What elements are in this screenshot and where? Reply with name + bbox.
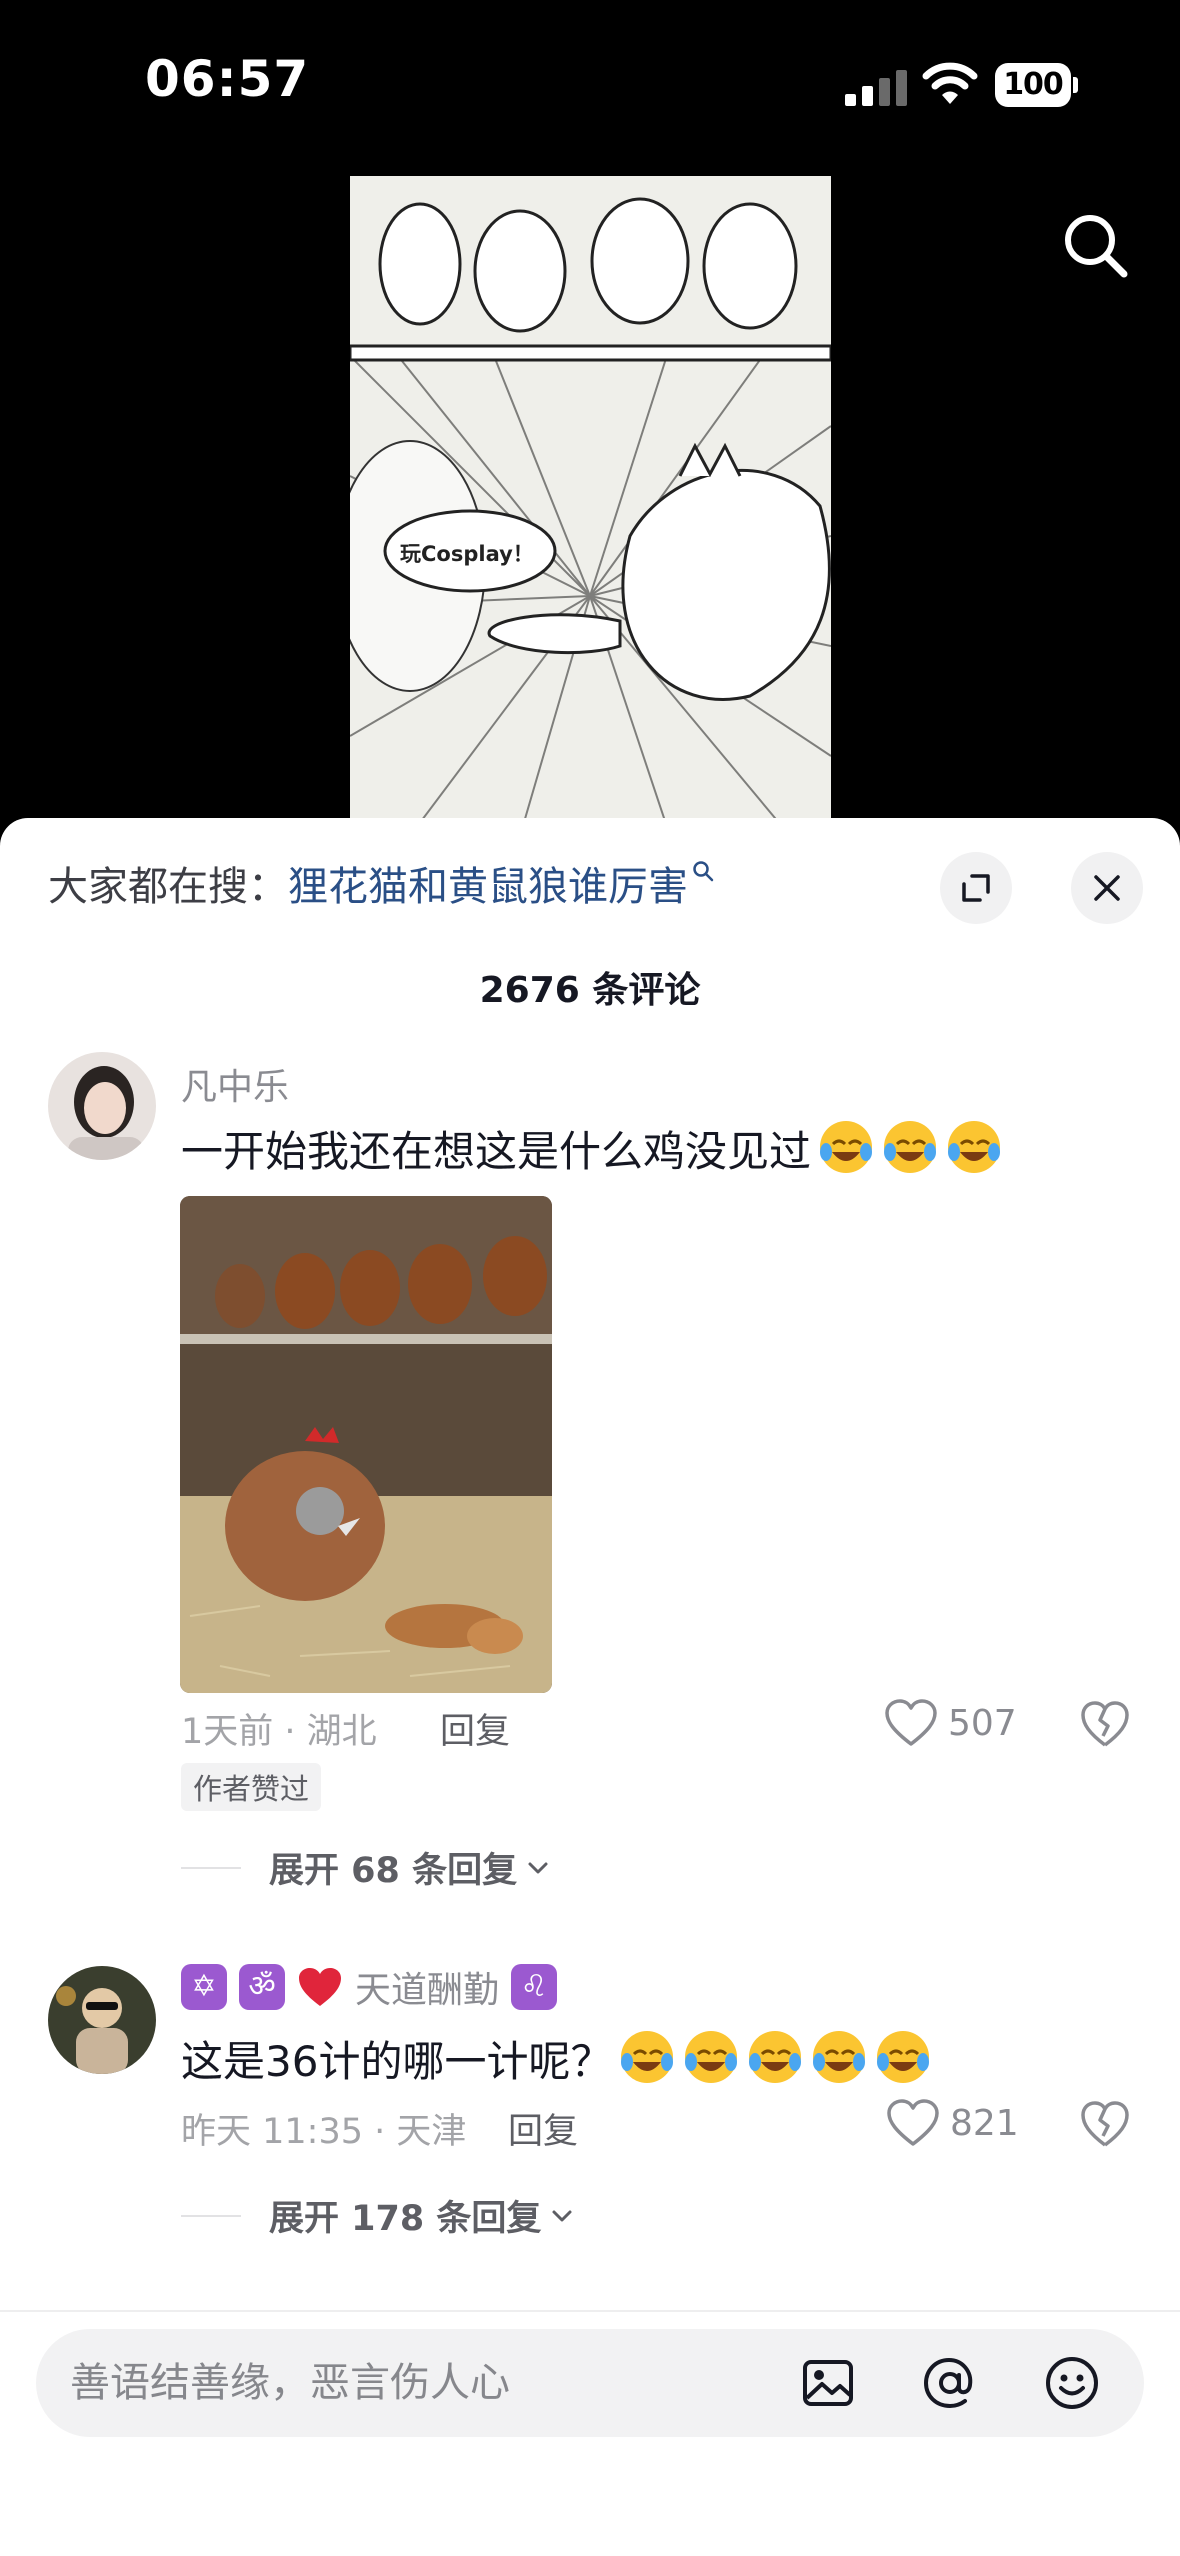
chevron-down-icon — [552, 2210, 572, 2221]
search-icon[interactable] — [1060, 210, 1130, 280]
emoji-smiley-icon[interactable] — [1042, 2353, 1102, 2413]
close-icon — [1094, 875, 1120, 901]
comment-username[interactable]: 凡中乐 — [181, 1058, 289, 1110]
expand-replies-label: 展开 68 条回复 — [269, 1851, 518, 1891]
comment-text: 一开始我还在想这是什么鸡没见过 — [181, 1118, 1003, 1179]
dislike-broken-heart-icon[interactable] — [1080, 1700, 1130, 1750]
expand-replies-button[interactable]: 展开 68 条回复 — [181, 1842, 551, 1893]
avatar[interactable] — [48, 1052, 156, 1160]
hot-search-term[interactable]: 狸花猫和黄鼠狼谁厉害 — [288, 864, 688, 910]
reply-button[interactable]: 回复 — [508, 2103, 578, 2154]
expand-replies-button[interactable]: 展开 178 条回复 — [181, 2190, 575, 2241]
battery-level: 100 — [1003, 67, 1064, 102]
like-button[interactable]: 507 — [884, 1698, 1017, 1748]
user-badges: ✡ ॐ 天道酬勤 ♌ — [181, 1961, 558, 2013]
like-count: 507 — [948, 1702, 1017, 1744]
comment-username[interactable]: 天道酬勤 — [355, 1961, 499, 2013]
like-count: 821 — [950, 2102, 1019, 2144]
sob-laugh-emoji-icon — [685, 2031, 738, 2083]
comment-text-content: 一开始我还在想这是什么鸡没见过 — [181, 1127, 812, 1176]
sob-laugh-emoji-icon — [948, 1121, 1001, 1173]
avatar[interactable] — [48, 1966, 156, 2074]
sob-laugh-emoji-icon — [813, 2031, 866, 2083]
heart-icon — [885, 1699, 937, 1746]
wifi-icon — [922, 62, 978, 104]
battery-icon: 100 — [995, 63, 1078, 107]
author-liked-tag: 作者赞过 — [181, 1763, 322, 1811]
cellular-signal-icon — [845, 66, 909, 106]
reply-button[interactable]: 回复 — [440, 1703, 510, 1754]
comment-image[interactable] — [180, 1196, 552, 1693]
heart-icon — [887, 2099, 939, 2146]
hot-search-bar[interactable]: 大家都在搜：狸花猫和黄鼠狼谁厉害 — [48, 854, 714, 912]
image-icon[interactable] — [798, 2353, 858, 2413]
chevron-down-icon — [528, 1862, 548, 1873]
leo-zodiac-badge: ♌ — [511, 1964, 558, 2010]
comment-count: 2676 条评论 — [479, 970, 701, 1011]
comment-text-content: 这是36计的哪一计呢？ — [181, 2037, 613, 2086]
comment-meta: 昨天 11:35 · 天津 — [181, 2112, 467, 2152]
hot-search-prefix: 大家都在搜： — [48, 864, 288, 910]
video-frame-illustration: 玩Cosplay！ — [350, 176, 831, 836]
expand-fullscreen-button[interactable] — [940, 852, 1012, 924]
mention-at-icon[interactable] — [920, 2353, 980, 2413]
small-search-icon — [693, 861, 714, 882]
sob-laugh-emoji-icon — [820, 1121, 873, 1173]
star-of-david-badge: ✡ — [181, 1964, 227, 2010]
speech-bubble-text: 玩Cosplay！ — [400, 542, 534, 566]
expand-replies-label: 展开 178 条回复 — [269, 2199, 542, 2239]
comment-meta: 1天前 · 湖北 — [181, 1712, 377, 1752]
red-heart-icon — [299, 1968, 341, 2006]
status-time: 06:57 — [145, 50, 310, 108]
sob-laugh-emoji-icon — [749, 2031, 802, 2083]
video-player[interactable]: 玩Cosplay！ — [350, 176, 831, 836]
sob-laugh-emoji-icon — [621, 2031, 674, 2083]
close-comments-button[interactable] — [1071, 852, 1143, 924]
divider — [0, 2310, 1180, 2312]
comment-sheet: 大家都在搜：狸花猫和黄鼠狼谁厉害 2676 条评论 凡中乐 一开始我还在想这是什… — [0, 818, 1180, 2556]
dislike-broken-heart-icon[interactable] — [1080, 2100, 1130, 2150]
sob-laugh-emoji-icon — [877, 2031, 930, 2083]
expand-icon — [962, 874, 990, 902]
like-button[interactable]: 821 — [886, 2098, 1019, 2148]
om-badge: ॐ — [239, 1964, 285, 2010]
comment-input-bar[interactable] — [36, 2329, 1144, 2437]
comment-text: 这是36计的哪一计呢？ — [181, 2028, 932, 2089]
sob-laugh-emoji-icon — [884, 1121, 937, 1173]
comment-input[interactable] — [70, 2329, 770, 2437]
status-bar: 06:57 100 — [0, 0, 1180, 150]
